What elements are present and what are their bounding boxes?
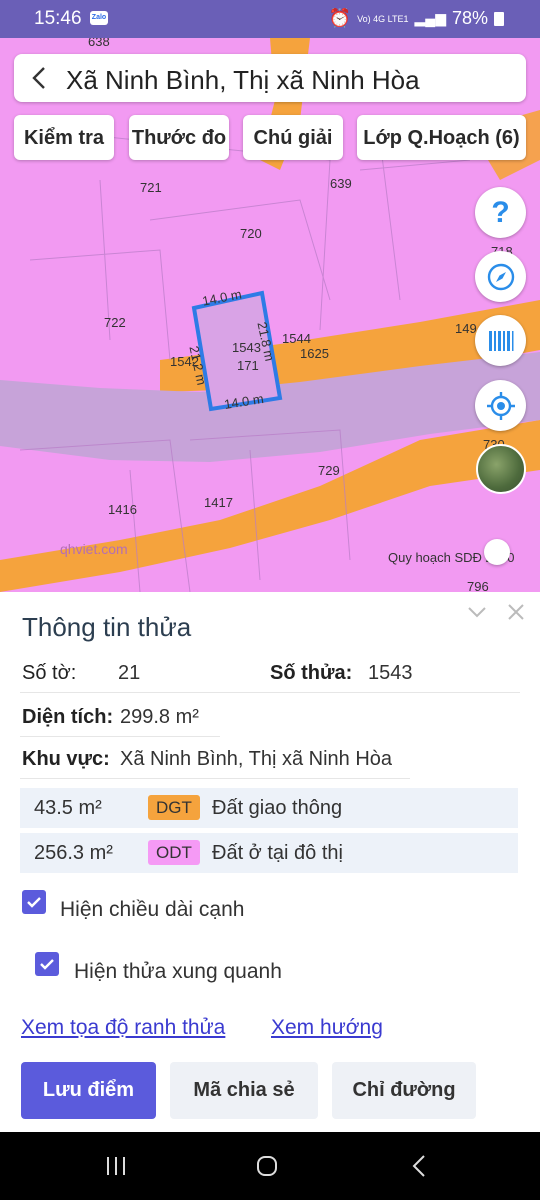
parcel-label: 149	[455, 321, 477, 336]
check-icon	[27, 897, 41, 908]
show-edge-length-checkbox[interactable]	[22, 890, 46, 914]
parcel-label: 171	[237, 358, 259, 373]
parcel-label: 1417	[204, 495, 233, 510]
zone-area: 256.3 m²	[34, 842, 113, 864]
planning-layer-button[interactable]: Lớp Q.Hoạch (6)	[357, 115, 526, 160]
zone-code-badge: ODT	[148, 840, 200, 865]
zone-row-dgt: 43.5 m² DGT Đất giao thông	[20, 788, 518, 828]
help-button[interactable]: ?	[475, 187, 526, 238]
parcel-label: 1543	[232, 340, 261, 355]
location-title: Xã Ninh Bình, Thị xã Ninh Hòa	[66, 65, 420, 95]
parcel-number-value: 1543	[368, 662, 413, 684]
show-edge-length-label[interactable]: Hiện chiều dài cạnh	[60, 898, 244, 922]
zone-code-badge: DGT	[148, 795, 200, 820]
home-icon[interactable]	[255, 1154, 279, 1178]
battery-icon	[494, 11, 504, 26]
compass-icon	[487, 263, 514, 290]
help-icon: ?	[491, 195, 510, 229]
parcel-label: 1544	[282, 331, 311, 346]
system-nav-bar	[0, 1132, 540, 1200]
zone-description: Đất giao thông	[212, 797, 343, 819]
signal-icon: ▂▄▆	[414, 10, 446, 26]
region-value: Xã Ninh Bình, Thị xã Ninh Hòa	[120, 748, 393, 770]
layer-opacity-slider-handle[interactable]	[484, 539, 510, 565]
sheet-number-value: 21	[118, 662, 141, 684]
zone-row-odt: 256.3 m² ODT Đất ở tại đô thị	[20, 833, 518, 873]
locate-button[interactable]	[475, 380, 526, 431]
parcel-label: 720	[240, 226, 262, 241]
status-right: ⏰ Vo) 4G LTE1 ▂▄▆ 78%	[329, 8, 504, 29]
check-icon	[40, 959, 54, 970]
chevron-down-icon[interactable]	[466, 604, 488, 620]
alarm-icon: ⏰	[328, 8, 352, 28]
recent-apps-icon[interactable]	[104, 1154, 128, 1178]
status-time: 15:46	[34, 8, 82, 29]
zone-description: Đất ở tại đô thị	[212, 842, 343, 864]
sheet-number-label: Số tờ:	[22, 662, 77, 684]
measure-button[interactable]: Thước đo	[129, 115, 229, 160]
parcel-label: 721	[140, 180, 162, 195]
divider	[20, 692, 520, 693]
region-label: Khu vực:	[22, 748, 110, 770]
view-coordinates-link[interactable]: Xem tọa độ ranh thửa	[21, 1016, 225, 1040]
parcel-label: 729	[318, 463, 340, 478]
compass-button[interactable]	[475, 251, 526, 302]
location-header: Xã Ninh Bình, Thị xã Ninh Hòa	[14, 54, 526, 102]
parcel-label: 796	[467, 579, 489, 592]
network-indicator: Vo) 4G LTE1	[357, 13, 409, 24]
parcel-label: 639	[330, 176, 352, 191]
battery-level: 78%	[451, 8, 488, 28]
zone-area: 43.5 m²	[34, 797, 102, 819]
watermark: qhviet.com	[60, 541, 128, 557]
panel-title: Thông tin thửa	[22, 612, 192, 642]
area-label: Diện tích:	[22, 706, 114, 728]
parcel-info-panel: Thông tin thửa Số tờ: 21 Số thửa: 1543 D…	[0, 592, 540, 1132]
barcode-button[interactable]	[475, 315, 526, 366]
legend-button[interactable]: Chú giải	[243, 115, 343, 160]
satellite-layer-button[interactable]	[476, 444, 526, 494]
directions-button[interactable]: Chỉ đường	[332, 1062, 476, 1119]
back-icon[interactable]	[408, 1154, 432, 1178]
parcel-number-label: Số thửa:	[270, 662, 353, 684]
show-neighbors-checkbox[interactable]	[35, 952, 59, 976]
divider	[20, 736, 220, 737]
parcel-label: 1416	[108, 502, 137, 517]
parcel-label: 1625	[300, 346, 329, 361]
view-direction-link[interactable]: Xem hướng	[271, 1016, 383, 1040]
divider	[20, 778, 410, 779]
zalo-icon: Zalo	[90, 11, 108, 25]
save-point-button[interactable]: Lưu điểm	[21, 1062, 156, 1119]
share-code-button[interactable]: Mã chia sẻ	[170, 1062, 318, 1119]
back-arrow-icon[interactable]	[26, 64, 54, 92]
show-neighbors-label[interactable]: Hiện thửa xung quanh	[74, 960, 282, 984]
close-icon[interactable]	[506, 602, 526, 622]
parcel-label: 722	[104, 315, 126, 330]
barcode-icon	[488, 330, 513, 351]
status-bar: 15:46 Zalo ⏰ Vo) 4G LTE1 ▂▄▆ 78%	[0, 0, 540, 38]
check-button[interactable]: Kiểm tra	[14, 115, 114, 160]
area-value: 299.8 m²	[120, 706, 199, 728]
locate-icon	[486, 391, 515, 420]
